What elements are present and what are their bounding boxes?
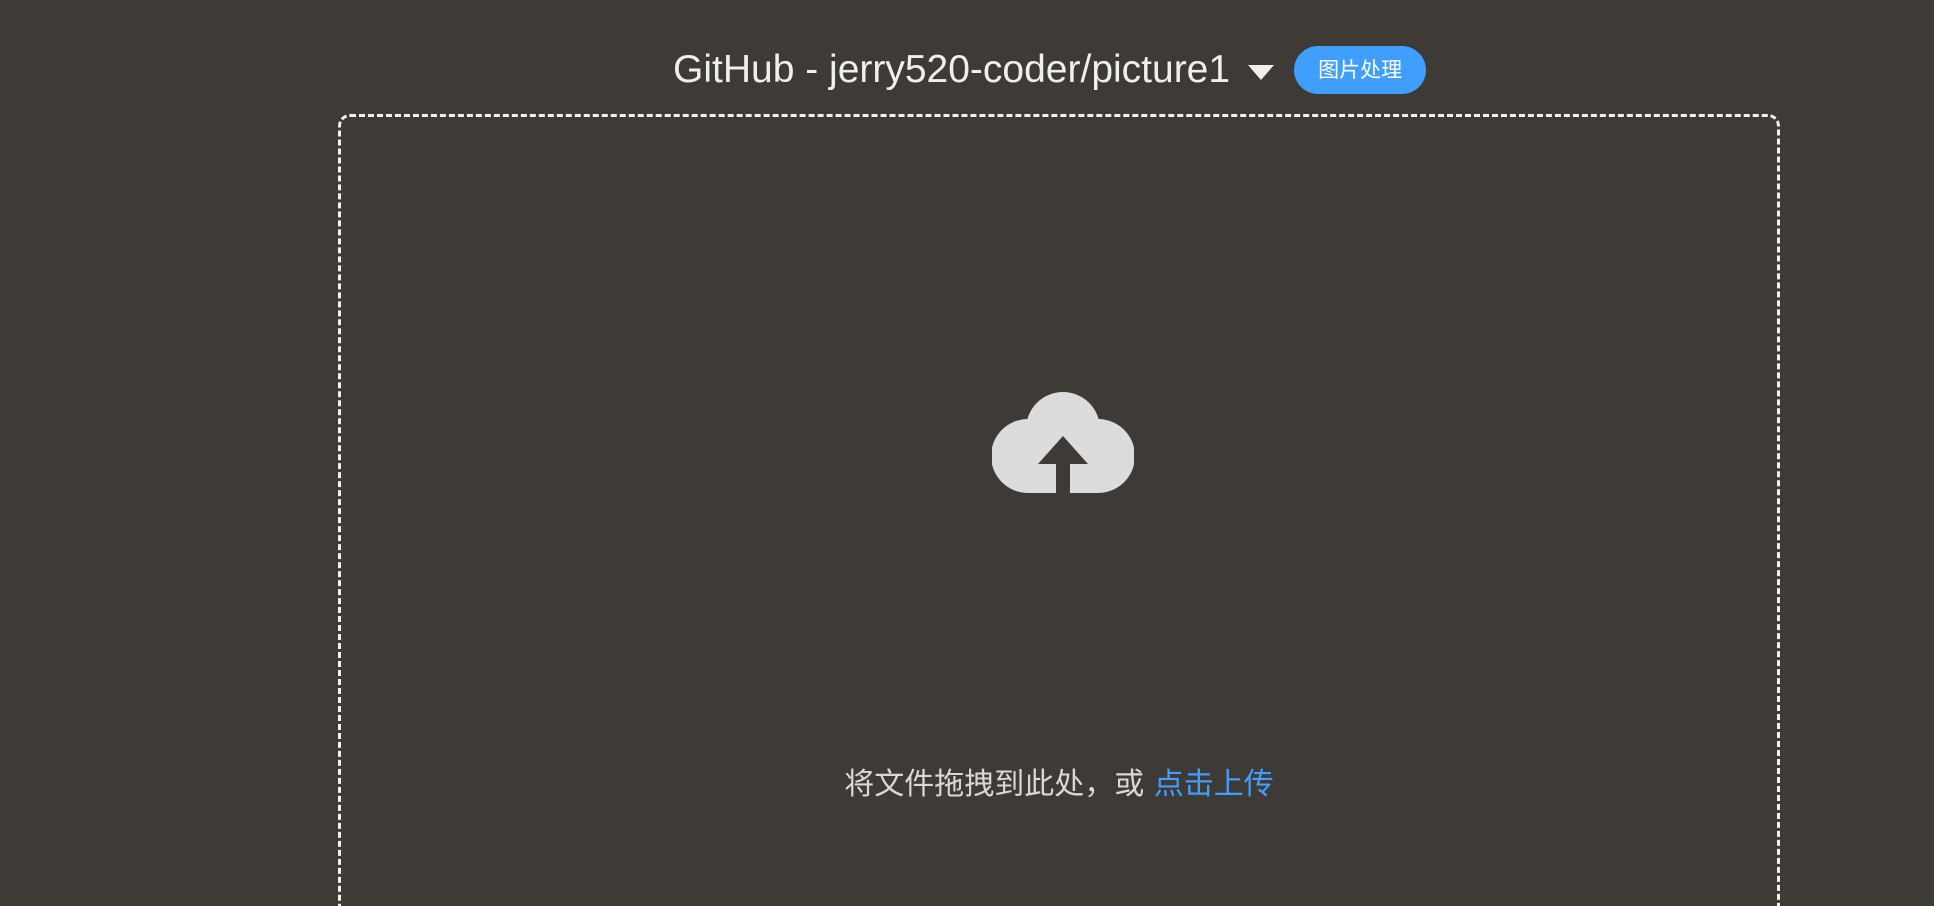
drop-hint-text: 将文件拖拽到此处，或 xyxy=(844,767,1154,802)
upload-instructions: 将文件拖拽到此处，或 点击上传 xyxy=(341,765,1777,805)
image-processing-button[interactable]: 图片处理 xyxy=(1294,46,1427,94)
click-upload-link[interactable]: 点击上传 xyxy=(1154,767,1274,802)
repo-selector[interactable]: GitHub - jerry520-coder/picture1 xyxy=(673,44,1275,96)
cloud-upload-icon xyxy=(992,392,1134,499)
upload-drop-zone[interactable]: 将文件拖拽到此处，或 点击上传 xyxy=(338,114,1780,906)
chevron-down-icon[interactable] xyxy=(1248,64,1275,80)
header: GitHub - jerry520-coder/picture1 图片处理 xyxy=(673,44,1427,96)
upload-page: GitHub - jerry520-coder/picture1 图片处理 将文… xyxy=(0,0,1934,906)
repo-title: GitHub - jerry520-coder/picture1 xyxy=(673,48,1231,91)
